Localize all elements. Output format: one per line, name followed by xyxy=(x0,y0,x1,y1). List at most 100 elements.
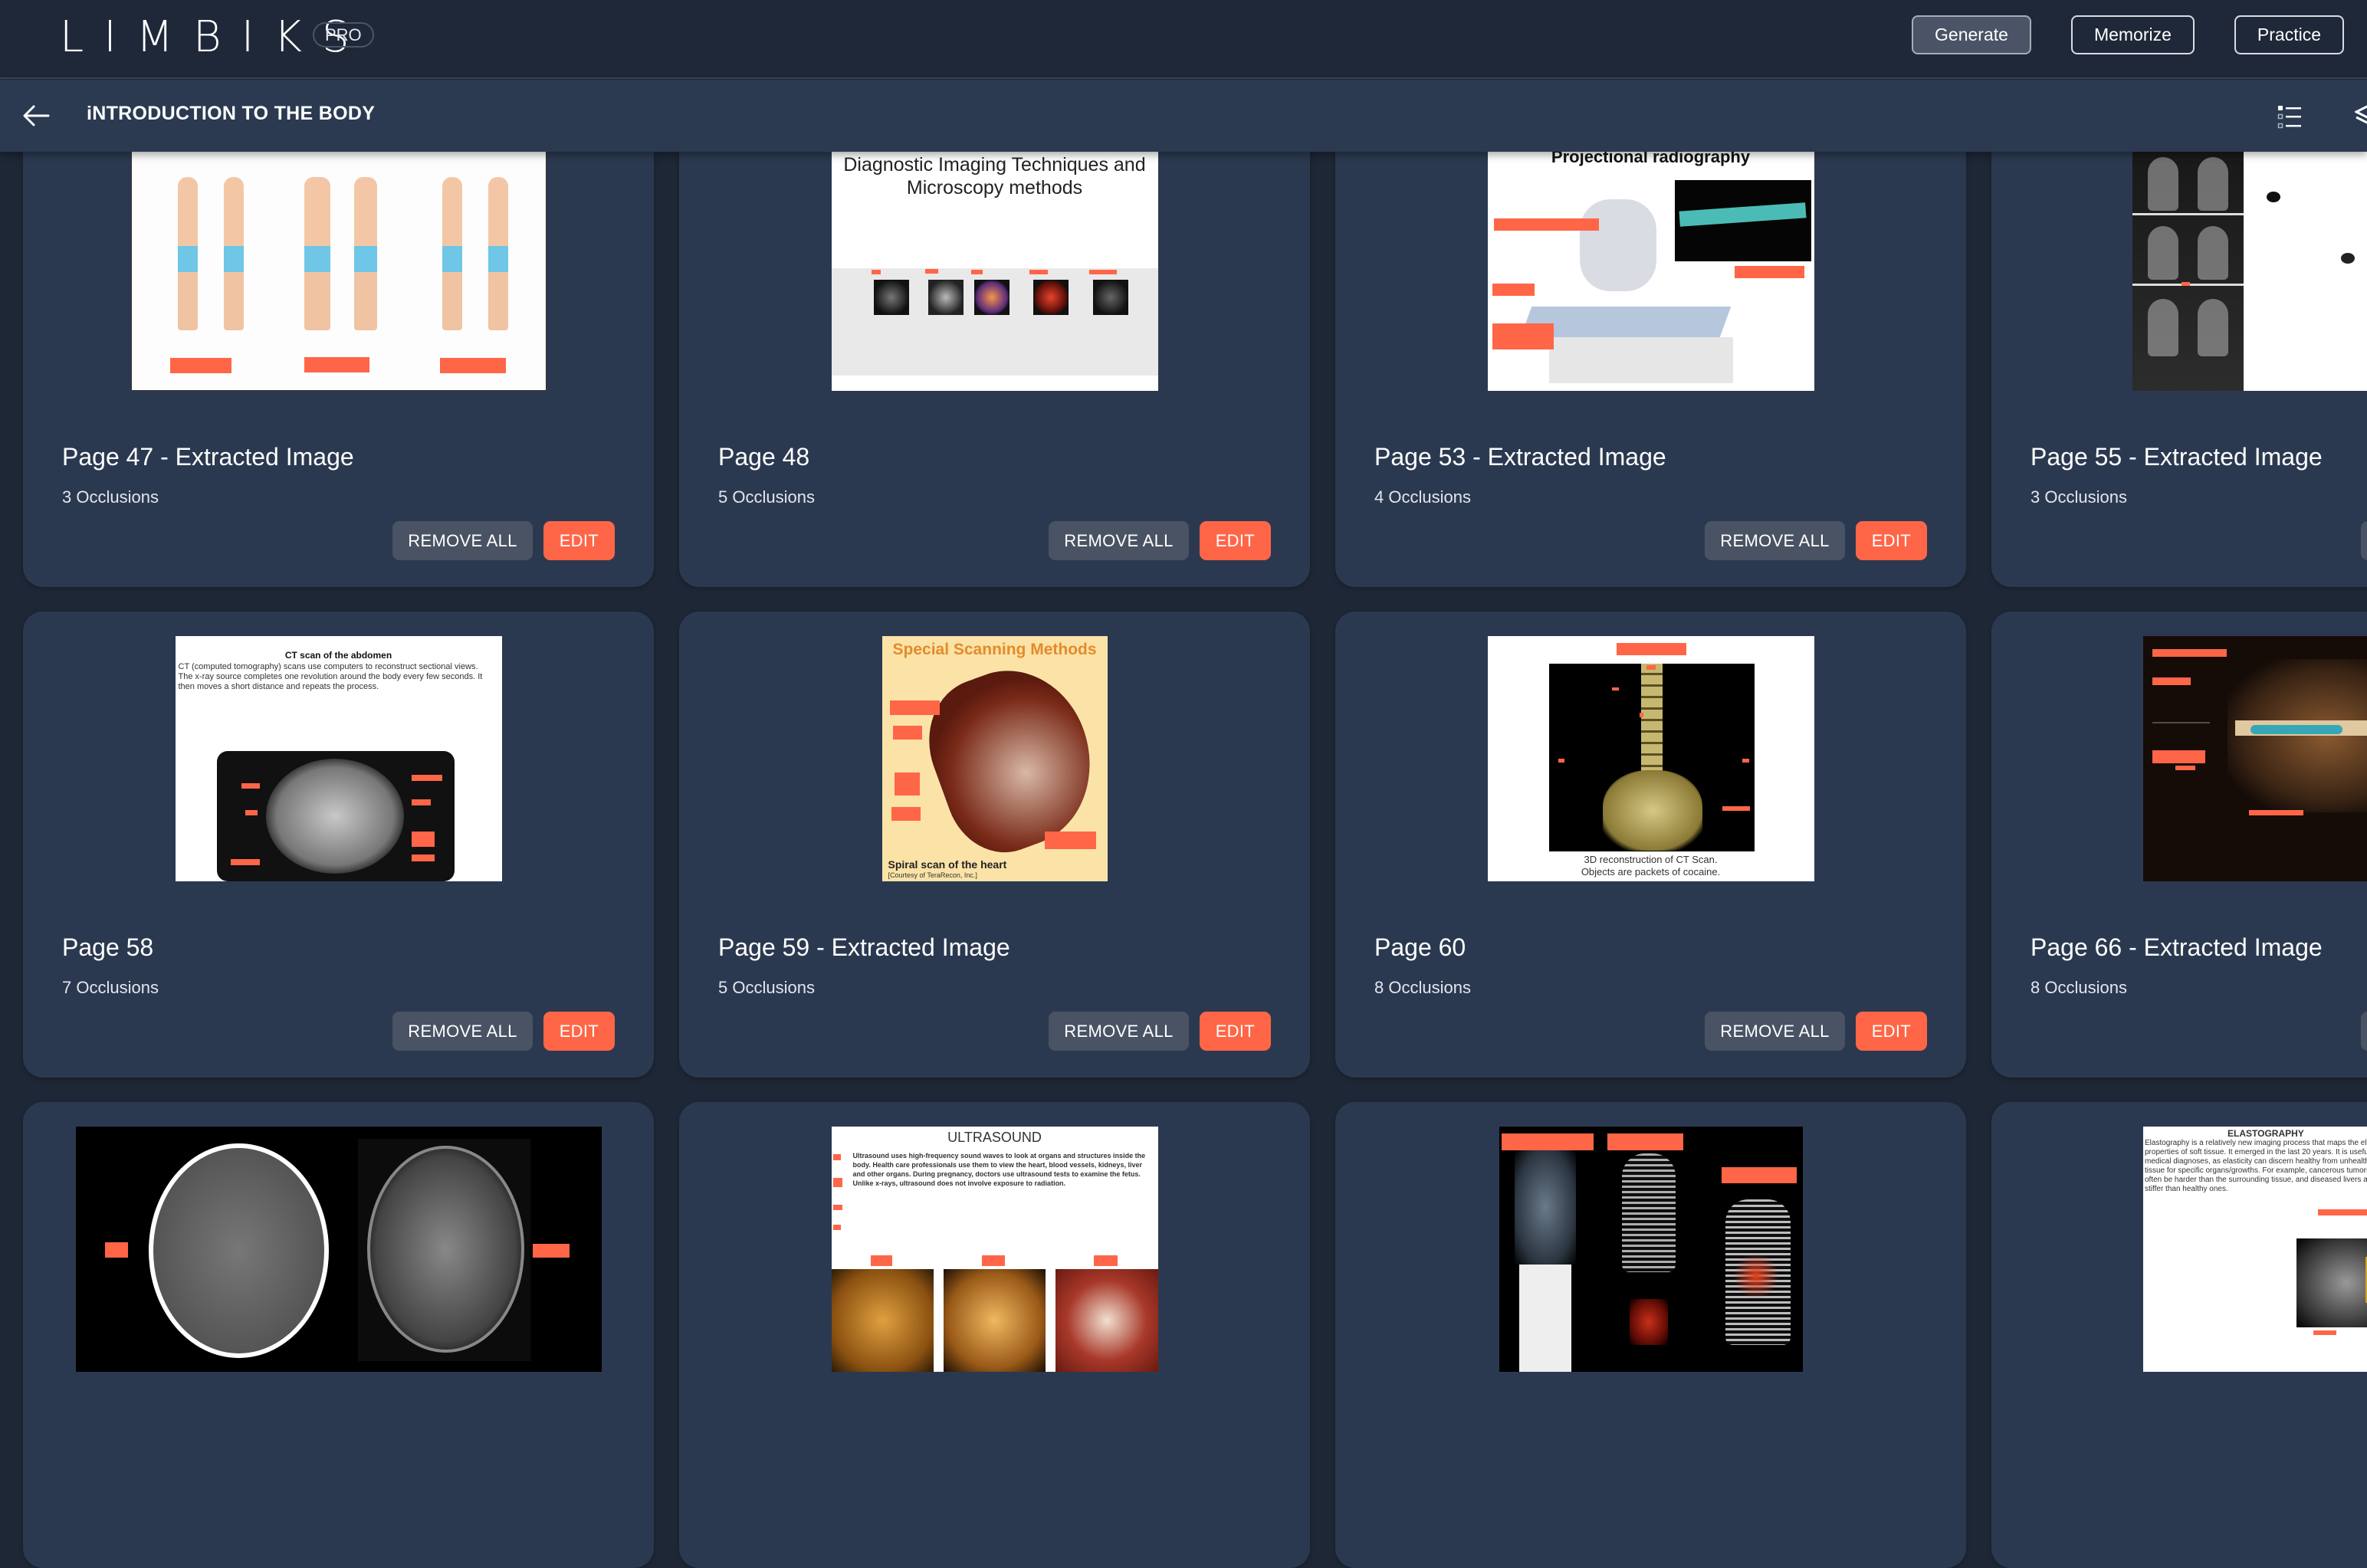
card-thumbnail[interactable]: ELASTOGRAPHY Elastography is a relativel… xyxy=(2143,1127,2367,1372)
card-title: Page 58 xyxy=(62,933,154,961)
occlusion-mask[interactable] xyxy=(832,1154,841,1160)
remove-all-button[interactable]: REMOVE ALL xyxy=(2361,521,2367,560)
occlusion-mask[interactable] xyxy=(832,1178,842,1187)
occlusion-mask[interactable] xyxy=(871,270,881,274)
edit-button[interactable]: EDIT xyxy=(1855,521,1927,560)
card-thumbnail[interactable]: ULTRASOUND Ultrasound uses high-frequenc… xyxy=(831,1127,1158,1372)
occlusion-mask[interactable] xyxy=(2175,766,2195,770)
occlusion-count: 7 Occlusions xyxy=(62,978,159,997)
occlusion-mask[interactable] xyxy=(104,1242,128,1258)
occlusion-mask[interactable] xyxy=(2152,649,2227,657)
occlusion-mask[interactable] xyxy=(1721,1167,1797,1183)
occlusion-mask[interactable] xyxy=(1639,713,1643,717)
occlusion-count: 3 Occlusions xyxy=(2030,487,2127,507)
occlusion-mask[interactable] xyxy=(1722,806,1750,811)
thumbnail-caption: 3D reconstruction of CT Scan. Objects ar… xyxy=(1581,854,1721,877)
occlusion-mask[interactable] xyxy=(891,807,921,821)
practice-button[interactable]: Practice xyxy=(2234,15,2344,54)
occlusion-mask[interactable] xyxy=(2318,1209,2367,1215)
edit-button[interactable]: EDIT xyxy=(1855,1012,1927,1051)
occlusion-mask[interactable] xyxy=(892,726,922,740)
occlusion-mask[interactable] xyxy=(1558,759,1564,763)
occlusion-mask[interactable] xyxy=(924,269,938,274)
edit-button[interactable]: EDIT xyxy=(543,521,615,560)
occlusion-mask[interactable] xyxy=(1044,832,1096,849)
occlusion-mask[interactable] xyxy=(439,358,506,373)
occlusion-mask[interactable] xyxy=(2313,1330,2336,1335)
occlusion-mask[interactable] xyxy=(894,773,920,795)
occlusion-mask[interactable] xyxy=(241,783,260,789)
occlusion-mask[interactable] xyxy=(1492,323,1554,349)
occlusion-mask[interactable] xyxy=(832,1225,841,1230)
occlusion-mask[interactable] xyxy=(889,700,940,715)
edit-button[interactable]: EDIT xyxy=(1199,521,1271,560)
list-view-icon xyxy=(2277,106,2301,129)
occlusion-mask[interactable] xyxy=(1501,1133,1594,1150)
occlusion-mask[interactable] xyxy=(2182,282,2190,286)
thumbnail-text: Ultrasound uses high-frequency sound wav… xyxy=(852,1152,1146,1187)
occlusion-mask[interactable] xyxy=(411,855,435,861)
occlusion-mask[interactable] xyxy=(1093,1255,1118,1266)
remove-all-button[interactable]: REMOVE ALL xyxy=(1705,1012,1845,1051)
occlusion-mask[interactable] xyxy=(970,270,983,274)
edit-button[interactable]: EDIT xyxy=(1199,1012,1271,1051)
occlusion-mask[interactable] xyxy=(1607,1133,1683,1150)
card-thumbnail[interactable]: CT scan of the abdomen CT (computed tomo… xyxy=(175,636,502,881)
occlusion-mask[interactable] xyxy=(245,810,258,815)
occlusion-mask[interactable] xyxy=(981,1255,1005,1266)
occlusion-count: 5 Occlusions xyxy=(718,978,815,997)
occlusion-mask[interactable] xyxy=(532,1244,570,1258)
back-button[interactable] xyxy=(20,100,52,132)
thumbnail-credit: [Courtesy of TeraRecon, Inc.] xyxy=(888,871,977,879)
occlusion-mask[interactable] xyxy=(1734,266,1804,278)
occlusion-mask[interactable] xyxy=(1611,687,1619,691)
card-thumbnail[interactable] xyxy=(130,146,547,391)
occlusion-mask[interactable] xyxy=(1742,759,1749,763)
thumbnail-caption: Diagnostic Imaging Techniques and Micros… xyxy=(843,154,1146,198)
occlusion-mask[interactable] xyxy=(832,1205,842,1210)
occlusion-mask[interactable] xyxy=(870,1255,892,1266)
remove-all-button[interactable]: REMOVE ALL xyxy=(1705,521,1845,560)
card-thumbnail[interactable] xyxy=(1499,1127,1803,1372)
card-thumbnail[interactable] xyxy=(75,1127,602,1372)
layers-button[interactable] xyxy=(2353,103,2367,130)
remove-all-button[interactable]: REMOVE ALL xyxy=(1049,521,1189,560)
remove-all-button[interactable]: REMOVE ALL xyxy=(392,1012,533,1051)
occlusion-mask[interactable] xyxy=(2249,810,2303,815)
occlusion-mask[interactable] xyxy=(1493,218,1599,231)
occlusion-mask[interactable] xyxy=(411,832,435,847)
thumbnail-caption: ELASTOGRAPHY xyxy=(2227,1128,2304,1139)
card-thumbnail[interactable] xyxy=(2132,146,2367,391)
remove-all-button[interactable]: REMOVE ALL xyxy=(1049,1012,1189,1051)
occlusion-mask[interactable] xyxy=(411,775,442,781)
card-thumbnail[interactable]: Diagnostic Imaging Techniques and Micros… xyxy=(831,146,1158,391)
generate-button[interactable]: Generate xyxy=(1912,15,2031,54)
card-thumbnail[interactable]: Special Scanning Methods Spiral scan of … xyxy=(881,636,1108,881)
list-view-button[interactable] xyxy=(2277,103,2304,130)
memorize-button[interactable]: Memorize xyxy=(2070,15,2195,54)
image-card: CT scan of the abdomen CT (computed tomo… xyxy=(23,612,654,1078)
occlusion-mask[interactable] xyxy=(2152,677,2191,685)
occlusion-mask[interactable] xyxy=(169,358,231,373)
occlusion-mask[interactable] xyxy=(2152,750,2205,763)
remove-all-button[interactable]: REMOVE ALL xyxy=(392,521,533,560)
card-title: Page 66 - Extracted Image xyxy=(2030,933,2323,961)
occlusion-mask[interactable] xyxy=(1646,665,1656,670)
image-card: ELASTOGRAPHY Elastography is a relativel… xyxy=(1991,1102,2367,1568)
occlusion-mask[interactable] xyxy=(304,357,369,372)
thumbnail-caption: Special Scanning Methods xyxy=(892,641,1097,658)
card-thumbnail[interactable]: 3D reconstruction of CT Scan. Objects ar… xyxy=(1487,636,1814,881)
card-thumbnail[interactable] xyxy=(2143,636,2367,881)
occlusion-mask[interactable] xyxy=(1029,270,1048,274)
edit-button[interactable]: EDIT xyxy=(543,1012,615,1051)
occlusion-mask[interactable] xyxy=(411,799,431,805)
occlusion-mask[interactable] xyxy=(1492,284,1535,296)
card-thumbnail[interactable]: Projectional radiography xyxy=(1487,146,1814,391)
image-card xyxy=(23,1102,654,1568)
occlusion-mask[interactable] xyxy=(1616,643,1686,655)
occlusion-mask[interactable] xyxy=(230,859,260,865)
image-card: Page 55 - Extracted Image 3 Occlusions R… xyxy=(1991,121,2367,587)
occlusion-mask[interactable] xyxy=(1088,270,1117,274)
remove-all-button[interactable]: REMOVE ALL xyxy=(2361,1012,2367,1051)
image-card: ULTRASOUND Ultrasound uses high-frequenc… xyxy=(679,1102,1310,1568)
